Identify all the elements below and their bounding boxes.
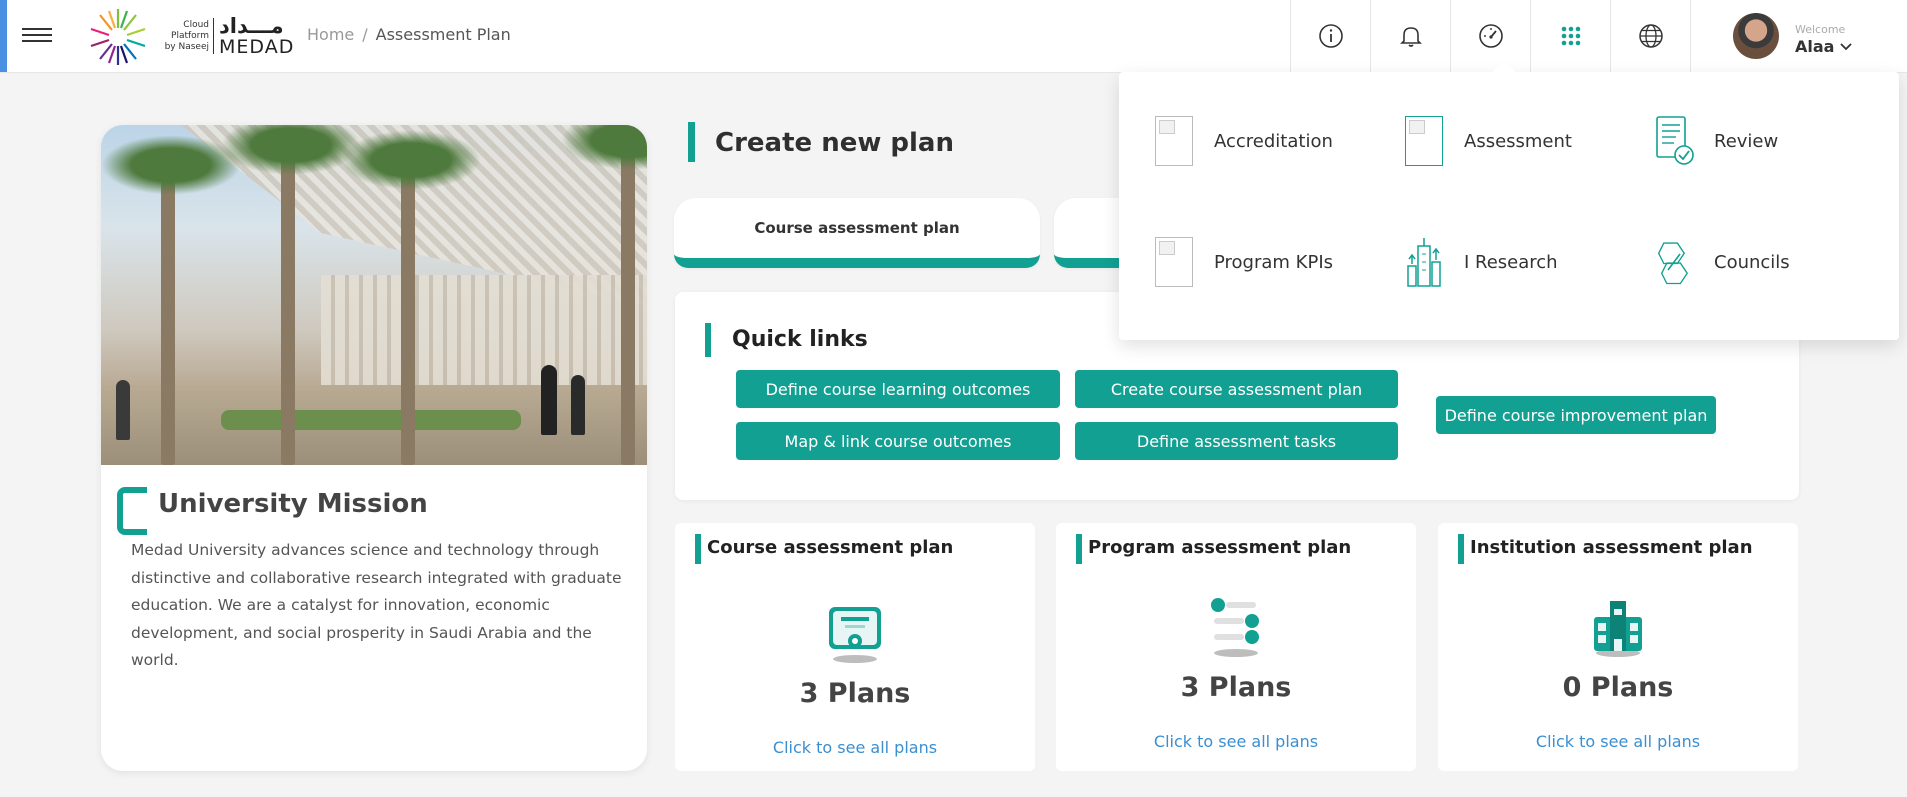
plan-count: 0 Plans bbox=[1562, 672, 1674, 703]
assessment-icon bbox=[1405, 116, 1443, 166]
user-menu[interactable]: Welcome Alaa bbox=[1690, 0, 1907, 72]
top-header: Cloud Platform by Naseej مـــداد MEDAD H… bbox=[0, 0, 1907, 73]
quick-links-bar bbox=[705, 323, 711, 357]
app-i-research[interactable]: I Research bbox=[1404, 236, 1558, 288]
dashboard-icon bbox=[1478, 24, 1503, 48]
see-all-plans-link[interactable]: Click to see all plans bbox=[1056, 732, 1416, 751]
see-all-plans-link[interactable]: Click to see all plans bbox=[675, 738, 1035, 757]
building-icon bbox=[1594, 601, 1642, 657]
university-mission-card: University Mission Medad University adva… bbox=[101, 125, 647, 771]
quick-links-title: Quick links bbox=[732, 327, 868, 352]
course-assessment-plan-card[interactable]: Course assessment plan 3 Plans Click to … bbox=[675, 523, 1035, 771]
welcome-label: Welcome bbox=[1795, 23, 1846, 36]
app-assessment[interactable]: Assessment bbox=[1404, 115, 1572, 167]
breadcrumb-separator: / bbox=[362, 25, 368, 44]
create-course-assessment-plan-button[interactable]: Create course assessment plan bbox=[1075, 370, 1398, 408]
card-title: Program assessment plan bbox=[1088, 537, 1352, 558]
app-label: Councils bbox=[1714, 251, 1790, 273]
avatar bbox=[1733, 13, 1779, 59]
see-all-plans-link[interactable]: Click to see all plans bbox=[1438, 732, 1798, 751]
header-actions bbox=[1290, 0, 1690, 72]
breadcrumb: Home / Assessment Plan bbox=[307, 25, 511, 44]
app-label: Review bbox=[1714, 130, 1779, 152]
app-label: I Research bbox=[1464, 251, 1558, 273]
create-plan-title: Create new plan bbox=[715, 128, 954, 158]
campus-photo bbox=[101, 125, 647, 465]
dashboard-button[interactable] bbox=[1450, 0, 1530, 72]
app-label: Accreditation bbox=[1214, 130, 1333, 152]
globe-icon bbox=[1638, 24, 1663, 48]
card-accent-bar bbox=[1458, 534, 1464, 564]
info-button[interactable] bbox=[1290, 0, 1370, 72]
app-label: Assessment bbox=[1464, 130, 1572, 152]
review-icon bbox=[1656, 116, 1694, 165]
info-icon bbox=[1318, 24, 1343, 48]
apps-button[interactable] bbox=[1530, 0, 1610, 72]
map-link-course-outcomes-button[interactable]: Map & link course outcomes bbox=[736, 422, 1060, 460]
create-plan-bar bbox=[688, 122, 695, 162]
apps-dropdown-menu: Accreditation Assessment Review Program … bbox=[1119, 60, 1899, 340]
menu-icon[interactable] bbox=[22, 24, 52, 48]
kpis-icon bbox=[1155, 237, 1193, 287]
plan-count: 3 Plans bbox=[1180, 672, 1292, 703]
app-accreditation[interactable]: Accreditation bbox=[1154, 115, 1333, 167]
councils-icon bbox=[1657, 242, 1689, 285]
logo-burst-icon bbox=[90, 9, 146, 65]
program-list-icon bbox=[1211, 598, 1259, 657]
breadcrumb-home[interactable]: Home bbox=[307, 25, 354, 44]
app-review[interactable]: Review bbox=[1654, 115, 1778, 167]
apps-grid-icon bbox=[1561, 26, 1580, 46]
bell-icon bbox=[1399, 27, 1422, 47]
mission-title: University Mission bbox=[158, 489, 428, 519]
accreditation-icon bbox=[1155, 116, 1193, 166]
certificate-icon bbox=[829, 607, 881, 663]
app-program-kpis[interactable]: Program KPIs bbox=[1154, 236, 1333, 288]
plan-count: 3 Plans bbox=[799, 678, 911, 709]
research-icon bbox=[1407, 238, 1441, 287]
chevron-down-icon bbox=[1840, 43, 1852, 51]
card-accent-bar bbox=[1076, 534, 1082, 564]
institution-assessment-plan-card[interactable]: Institution assessment plan 0 Plans Clic… bbox=[1438, 523, 1798, 771]
program-assessment-plan-card[interactable]: Program assessment plan 3 Plans Click to… bbox=[1056, 523, 1416, 771]
tab-course-assessment-plan[interactable]: Course assessment plan bbox=[674, 198, 1040, 268]
card-accent-bar bbox=[695, 534, 701, 564]
notifications-button[interactable] bbox=[1370, 0, 1450, 72]
mission-bracket-decoration bbox=[117, 487, 147, 535]
logo-english: MEDAD bbox=[219, 36, 295, 58]
logo-divider bbox=[213, 18, 214, 54]
app-label: Program KPIs bbox=[1214, 251, 1334, 273]
user-name: Alaa bbox=[1795, 37, 1835, 56]
mission-text: Medad University advances science and te… bbox=[131, 541, 622, 669]
language-button[interactable] bbox=[1610, 0, 1690, 72]
logo-arabic: مـــداد bbox=[219, 14, 284, 38]
card-title: Institution assessment plan bbox=[1470, 537, 1753, 558]
card-title: Course assessment plan bbox=[707, 537, 954, 558]
header-accent-stripe bbox=[0, 0, 7, 72]
define-course-learning-outcomes-button[interactable]: Define course learning outcomes bbox=[736, 370, 1060, 408]
logo-caption: Cloud Platform by Naseej bbox=[164, 20, 209, 52]
app-councils[interactable]: Councils bbox=[1654, 236, 1790, 288]
define-assessment-tasks-button[interactable]: Define assessment tasks bbox=[1075, 422, 1398, 460]
define-course-improvement-plan-button[interactable]: Define course improvement plan bbox=[1436, 396, 1716, 434]
medad-logo[interactable]: Cloud Platform by Naseej مـــداد MEDAD bbox=[84, 6, 294, 66]
breadcrumb-current: Assessment Plan bbox=[375, 25, 511, 44]
